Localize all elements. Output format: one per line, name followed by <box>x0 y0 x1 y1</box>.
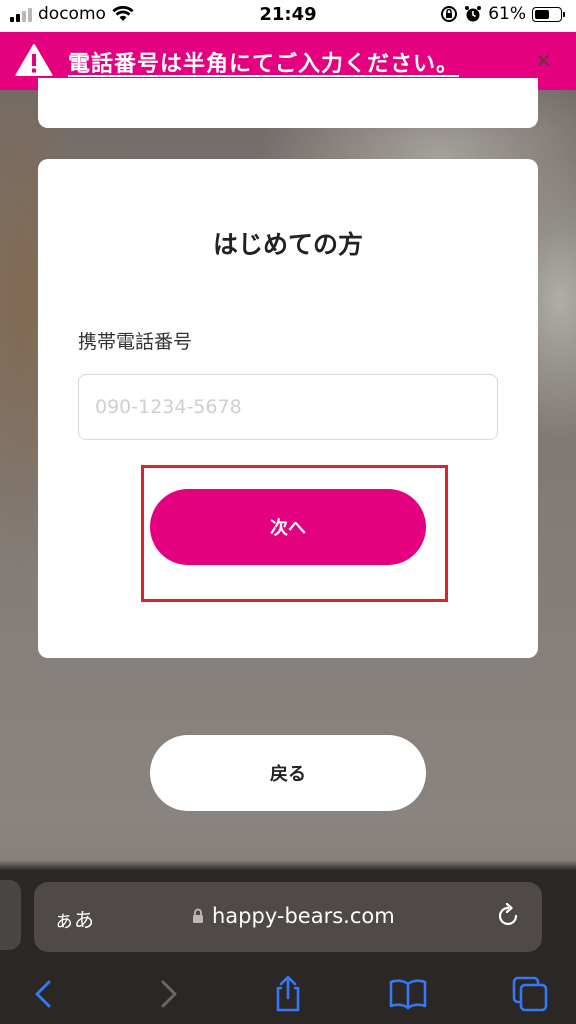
rotation-lock-icon <box>441 6 458 22</box>
text-size-button[interactable]: ぁあ <box>54 904 94 933</box>
book-icon[interactable] <box>388 974 428 1014</box>
address-bar[interactable]: ぁあ happy-bears.com <box>34 882 542 952</box>
battery-icon <box>532 6 565 22</box>
phone-input[interactable] <box>78 374 498 440</box>
status-right: 61% <box>440 4 565 24</box>
previous-tab-stub[interactable] <box>0 880 21 950</box>
phone-label: 携帯電話番号 <box>78 331 193 353</box>
first-time-card: はじめての方 携帯電話番号 次へ <box>38 159 538 658</box>
card-title: はじめての方 <box>212 230 363 259</box>
chevron-left-icon[interactable] <box>24 974 64 1014</box>
warning-icon <box>15 44 53 76</box>
close-icon[interactable]: × <box>535 48 552 72</box>
alarm-icon <box>465 6 482 22</box>
share-icon[interactable] <box>268 974 308 1014</box>
next-button[interactable]: 次へ <box>150 489 426 565</box>
error-message[interactable]: 電話番号は半角にてご入力ください。 <box>68 46 459 78</box>
safari-toolbar <box>0 966 576 1024</box>
back-button[interactable]: 戻る <box>150 735 426 811</box>
safari-bar: ぁあ happy-bears.com <box>0 870 576 1024</box>
tabs-icon[interactable] <box>510 974 550 1014</box>
url-display[interactable]: happy-bears.com <box>192 904 395 928</box>
reload-icon[interactable] <box>494 902 522 930</box>
battery-percent: 61% <box>488 4 526 24</box>
chevron-right-icon[interactable] <box>148 974 188 1014</box>
lock-icon <box>193 908 203 923</box>
url-text: happy-bears.com <box>212 904 395 928</box>
previous-card <box>38 78 538 128</box>
status-bar: docomo 21:49 61% <box>0 0 576 32</box>
